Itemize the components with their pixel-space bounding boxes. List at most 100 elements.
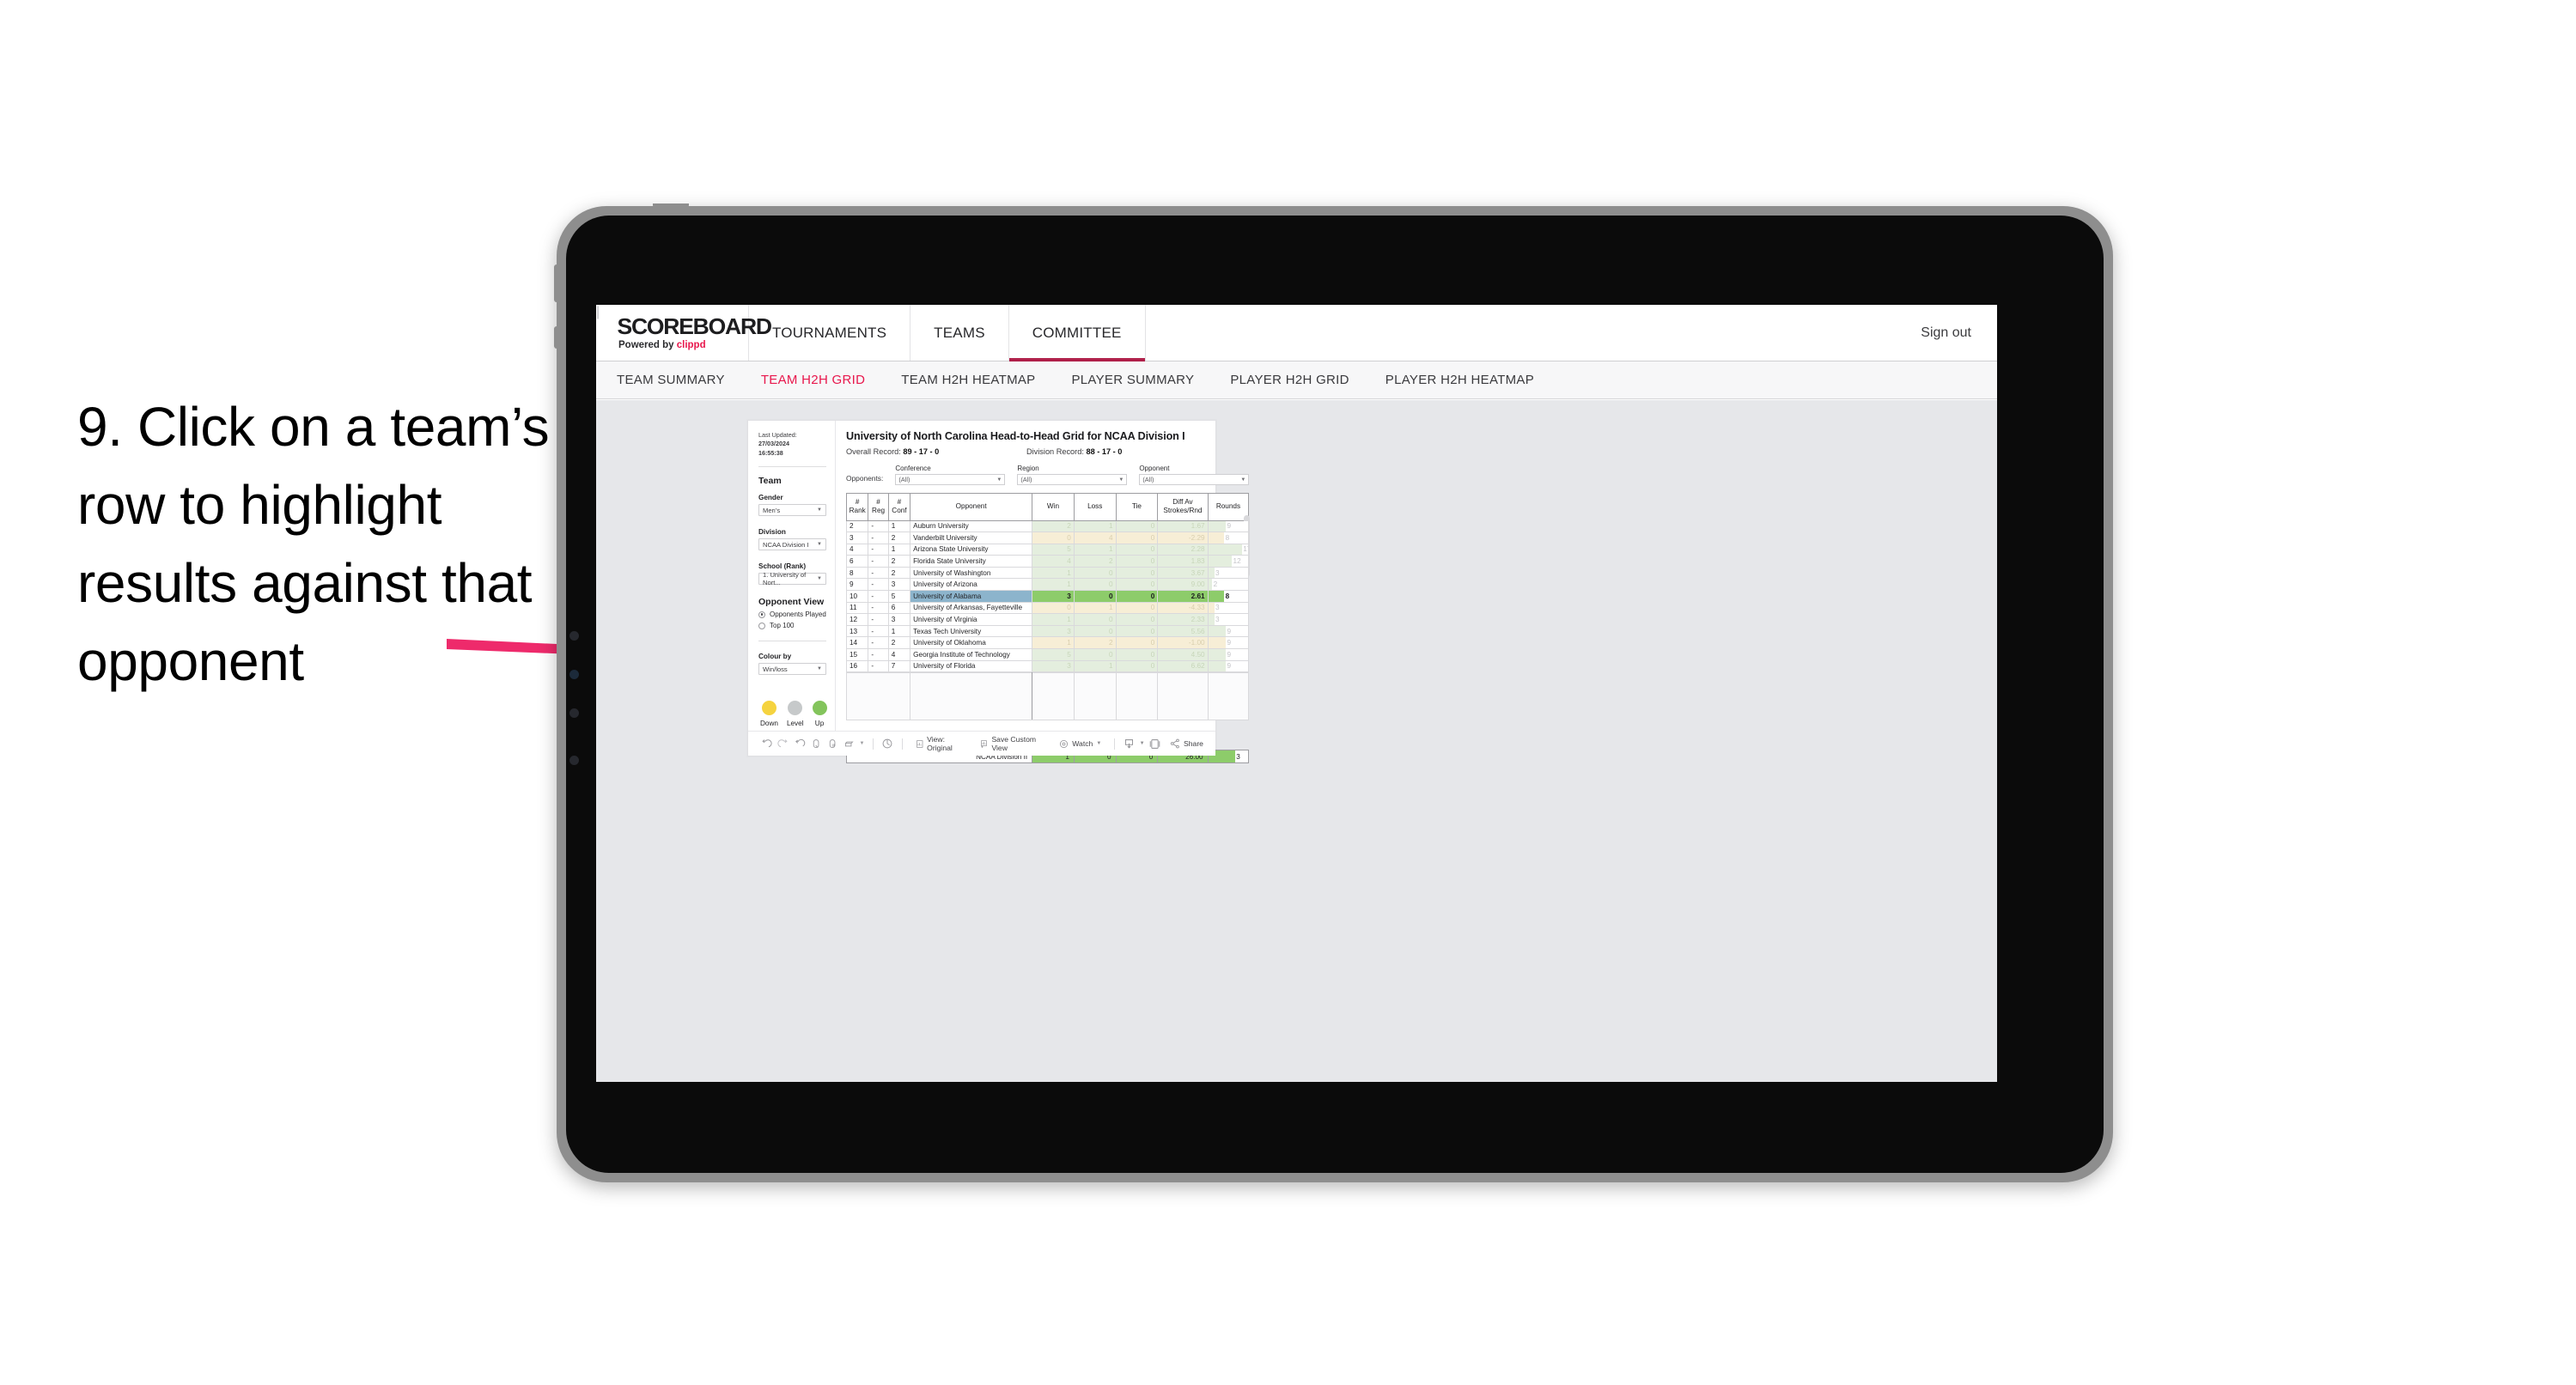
opponent-filter-select[interactable]: (All) ▼ bbox=[1139, 474, 1250, 485]
refresh-icon[interactable] bbox=[808, 734, 825, 753]
region-filter: Region (All) ▼ bbox=[1017, 465, 1128, 485]
subtab-team-h2h-heatmap[interactable]: TEAM H2H HEATMAP bbox=[901, 373, 1035, 387]
region-filter-value: (All) bbox=[1020, 476, 1032, 483]
viz-content: University of North Carolina Head-to-Hea… bbox=[836, 421, 1261, 764]
filler-cell-win bbox=[1032, 672, 1075, 721]
table-row[interactable]: 15-4 Georgia Institute of Technology 5 0 0 4.… bbox=[845, 648, 1250, 661]
cell-loss: 0 bbox=[1073, 590, 1117, 603]
rounds-value: 8 bbox=[1225, 592, 1230, 600]
sign-out-link[interactable]: Sign out bbox=[1921, 325, 1971, 341]
filler-cell-rounds bbox=[1207, 672, 1250, 721]
watch-label: Watch bbox=[1072, 739, 1093, 748]
radio-opponents-played[interactable]: Opponents Played bbox=[758, 610, 826, 618]
save-custom-view-button[interactable]: Save Custom View bbox=[973, 735, 1052, 752]
rounds-value: 8 bbox=[1225, 533, 1230, 542]
share-label: Share bbox=[1184, 739, 1203, 748]
pause-icon[interactable] bbox=[825, 734, 841, 753]
cell-diff: -1.00 bbox=[1157, 636, 1209, 650]
undo-icon[interactable] bbox=[758, 734, 775, 753]
viz-toolbar: ▼ View: Original Save Custom View Watch … bbox=[748, 731, 1215, 756]
table-row[interactable]: 3-2 Vanderbilt University 0 4 0 -2.29 8 bbox=[845, 532, 1250, 544]
table-row[interactable]: 11-6 University of Arkansas, Fayetteville… bbox=[845, 601, 1250, 615]
download-dropdown-icon[interactable]: ▼ bbox=[1137, 734, 1146, 753]
table-row[interactable]: 13-1 Texas Tech University 3 0 0 5.56 9 bbox=[845, 624, 1250, 638]
table-row[interactable]: 14-2 University of Oklahoma 1 2 0 -1.00 9 bbox=[845, 636, 1250, 650]
rounds-bar bbox=[1209, 649, 1227, 660]
conference-filter-select[interactable]: (All) ▼ bbox=[895, 474, 1006, 485]
legend-dot-level-icon bbox=[788, 701, 803, 716]
save-custom-view-label: Save Custom View bbox=[991, 735, 1037, 752]
table-row[interactable]: 12-3 University of Virginia 1 0 0 2.33 3 bbox=[845, 613, 1250, 626]
cell-win: 0 bbox=[1032, 532, 1075, 544]
cell-win: 3 bbox=[1032, 624, 1075, 638]
table-row[interactable]: 4-1Arizona State University5102.2817 bbox=[845, 543, 1250, 556]
cell-loss: 0 bbox=[1073, 566, 1117, 580]
col-header-tie: Tie bbox=[1115, 493, 1159, 521]
division-filter-select[interactable]: NCAA Division I ▼ bbox=[758, 538, 826, 551]
rounds-bar bbox=[1209, 603, 1215, 613]
cell-opponent: University of Virginia bbox=[910, 613, 1033, 626]
subtab-team-h2h-grid[interactable]: TEAM H2H GRID bbox=[761, 373, 865, 387]
cell-loss: 1 bbox=[1073, 543, 1117, 556]
cell-rank: 16 bbox=[845, 659, 869, 673]
nav-tab-teams[interactable]: TEAMS bbox=[910, 305, 1009, 361]
team-section-heading: Team bbox=[758, 476, 782, 487]
cell-tie: 0 bbox=[1115, 601, 1159, 615]
view-original-button[interactable]: View: Original bbox=[909, 735, 973, 752]
cell-diff: -4.33 bbox=[1157, 601, 1209, 615]
rounds-bar bbox=[1209, 568, 1215, 578]
cell-opponent: University of Alabama bbox=[910, 590, 1033, 603]
clear-dropdown-icon[interactable]: ▼ bbox=[857, 734, 866, 753]
tablet-speaker-dot bbox=[569, 708, 579, 718]
table-row[interactable]: 8-2 University of Washington 1 0 0 3.67 3 bbox=[845, 566, 1250, 580]
nav-tab-committee[interactable]: COMMITTEE bbox=[1008, 305, 1146, 361]
brand-title: SCOREBOARD bbox=[617, 313, 772, 339]
cell-conf: 6 bbox=[887, 601, 911, 615]
rounds-bar-container: 17 bbox=[1209, 544, 1248, 555]
subtab-player-h2h-grid[interactable]: PLAYER H2H GRID bbox=[1230, 373, 1349, 387]
tablet-sensor bbox=[569, 670, 579, 679]
download-icon[interactable] bbox=[1121, 734, 1137, 753]
table-row[interactable]: 2-1 Auburn University 2 1 0 1.67 9 bbox=[845, 519, 1250, 533]
school-filter-select[interactable]: 1. University of Nort... ▼ bbox=[758, 571, 826, 586]
rounds-bar bbox=[1209, 626, 1227, 636]
clear-icon[interactable] bbox=[841, 734, 857, 753]
table-row[interactable]: 16-7 University of Florida 3 1 0 6.62 9 bbox=[845, 659, 1250, 673]
fullscreen-icon[interactable] bbox=[1147, 734, 1163, 753]
share-button[interactable]: Share bbox=[1163, 738, 1215, 749]
cell-rounds: 9 bbox=[1207, 624, 1250, 638]
cell-rounds: 3 bbox=[1207, 601, 1250, 615]
cell-conf: 3 bbox=[887, 613, 911, 626]
legend-dot-down-icon bbox=[761, 701, 776, 716]
rounds-value: 9 bbox=[1227, 650, 1232, 659]
table-row[interactable]: 9-3 University of Arizona 1 0 0 9.00 2 bbox=[845, 578, 1250, 592]
cell-opponent: Florida State University bbox=[910, 555, 1033, 568]
cell-opponent: Texas Tech University bbox=[910, 624, 1033, 638]
cell-win: 1 bbox=[1032, 566, 1075, 580]
colour-by-select[interactable]: Win/loss ▼ bbox=[758, 663, 826, 676]
subtab-team-summary[interactable]: TEAM SUMMARY bbox=[617, 373, 725, 387]
table-row[interactable]: 10-5 University of Alabama 3 0 0 2.61 8 bbox=[845, 590, 1250, 603]
cell-tie: 0 bbox=[1115, 590, 1159, 603]
cell-opponent: Arizona State University bbox=[910, 543, 1033, 556]
overall-record-value: 89 - 17 - 0 bbox=[903, 447, 940, 456]
subtab-player-summary[interactable]: PLAYER SUMMARY bbox=[1071, 373, 1194, 387]
watch-button[interactable]: Watch ▼ bbox=[1052, 739, 1108, 749]
toolbar-divider-1 bbox=[872, 738, 874, 750]
radio-top-100[interactable]: Top 100 bbox=[758, 622, 826, 629]
nav-tab-tournaments[interactable]: TOURNAMENTS bbox=[749, 305, 911, 361]
rounds-value: 9 bbox=[1227, 522, 1232, 531]
region-filter-select[interactable]: (All) ▼ bbox=[1017, 474, 1128, 485]
cell-reg: - bbox=[868, 532, 889, 544]
gender-filter-select[interactable]: Men’s ▼ bbox=[758, 504, 826, 517]
redo-icon[interactable] bbox=[775, 734, 791, 753]
table-row[interactable]: 6-2 Florida State University 4 2 0 1.83 12 bbox=[845, 555, 1250, 568]
col-header-win: Win bbox=[1032, 493, 1075, 521]
col-header-conf-line2: Conf bbox=[892, 507, 907, 515]
toolbar-divider-3 bbox=[1114, 738, 1116, 750]
rounds-bar-container: 8 bbox=[1209, 532, 1248, 544]
revert-icon[interactable] bbox=[791, 734, 807, 753]
pause-auto-update-icon[interactable] bbox=[880, 734, 896, 753]
cell-diff: 3.67 bbox=[1157, 566, 1209, 580]
subtab-player-h2h-heatmap[interactable]: PLAYER H2H HEATMAP bbox=[1385, 373, 1534, 387]
